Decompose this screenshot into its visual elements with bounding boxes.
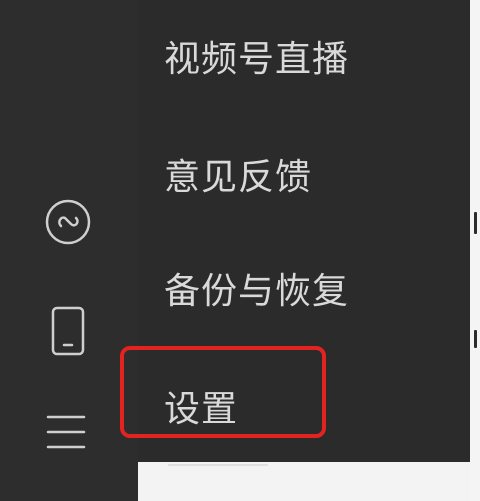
background-window-edge bbox=[470, 0, 480, 501]
menu-item-feedback[interactable]: 意见反馈 bbox=[164, 158, 312, 198]
background-text-fragment bbox=[474, 330, 477, 348]
menu-item-settings[interactable]: 设置 bbox=[164, 390, 238, 430]
background-text-fragment bbox=[474, 212, 477, 234]
menu-item-backup-restore[interactable]: 备份与恢复 bbox=[164, 272, 349, 312]
mini-program-icon[interactable] bbox=[44, 198, 92, 246]
menu-icon[interactable] bbox=[46, 412, 86, 452]
phone-icon[interactable] bbox=[51, 306, 85, 356]
menu-item-channels-live[interactable]: 视频号直播 bbox=[164, 40, 349, 80]
menu-panel-bottom bbox=[138, 462, 470, 501]
left-sidebar bbox=[0, 0, 138, 501]
more-menu-panel: 视频号直播 意见反馈 备份与恢复 设置 bbox=[138, 0, 470, 462]
app-window: 视频号直播 意见反馈 备份与恢复 设置 bbox=[0, 0, 480, 501]
divider bbox=[168, 464, 268, 466]
